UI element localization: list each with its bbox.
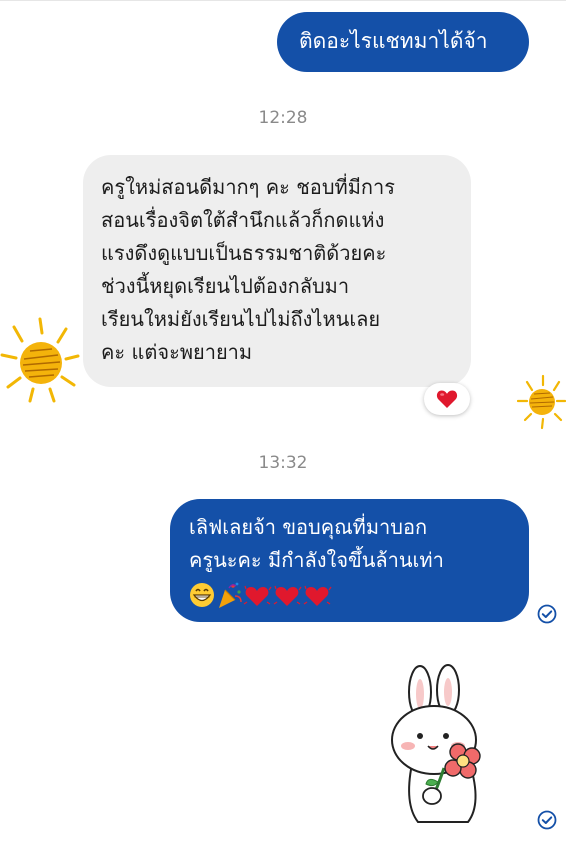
- heart-icon: [436, 390, 458, 408]
- party-popper-icon: [219, 582, 242, 608]
- sparkling-heart-icon: [303, 585, 332, 606]
- delivered-check-icon: [537, 604, 557, 624]
- message-line: คะ แต่จะพยายาม: [101, 340, 253, 364]
- message-text: ติดอะไรแชทมาได้จ้า: [299, 29, 488, 53]
- top-divider: [0, 0, 566, 1]
- message-line: ครูนะคะ มีกำลังใจขึ้นล้านเท่า: [189, 548, 444, 572]
- sun-doodle-icon: [517, 374, 566, 430]
- incoming-message-bubble[interactable]: ครูใหม่สอนดีมากๆ คะ ชอบที่มีการ สอนเรื่อ…: [83, 155, 471, 387]
- message-line: แรงดึงดูแบบเป็นธรรมชาติด้วยคะ: [101, 241, 387, 265]
- message-line: เรียนใหม่ยังเรียนไปไม่ถึงไหนเลย: [101, 307, 381, 331]
- grinning-face-icon: [190, 582, 214, 607]
- message-line: ช่วงนี้หยุดเรียนไปต้องกลับมา: [101, 274, 350, 298]
- outgoing-message-bubble[interactable]: ติดอะไรแชทมาได้จ้า: [277, 12, 529, 72]
- outgoing-message-bubble[interactable]: เลิฟเลยจ้า ขอบคุณที่มาบอก ครูนะคะ มีกำลั…: [170, 499, 529, 622]
- emoji-row: [190, 582, 332, 608]
- message-line: สอนเรื่องจิตใต้สำนึกแล้วก็กดแห่ง: [101, 208, 385, 232]
- bunny-sticker-icon[interactable]: [382, 664, 494, 828]
- message-timestamp: 12:28: [258, 108, 308, 128]
- sparkling-heart-icon: [243, 585, 272, 606]
- message-timestamp: 13:32: [258, 453, 308, 473]
- emoji-line: [189, 577, 517, 610]
- message-line: ครูใหม่สอนดีมากๆ คะ ชอบที่มีการ: [101, 175, 395, 199]
- delivered-check-icon: [537, 810, 557, 830]
- heart-reaction-badge[interactable]: [424, 383, 470, 415]
- sun-doodle-icon: [0, 317, 80, 403]
- flower-icon: [444, 743, 481, 779]
- chat-screen: ติดอะไรแชทมาได้จ้า 12:28 ครูใหม่สอนดีมาก…: [0, 0, 566, 849]
- message-line: เลิฟเลยจ้า ขอบคุณที่มาบอก: [189, 515, 428, 539]
- sparkling-heart-icon: [273, 585, 302, 606]
